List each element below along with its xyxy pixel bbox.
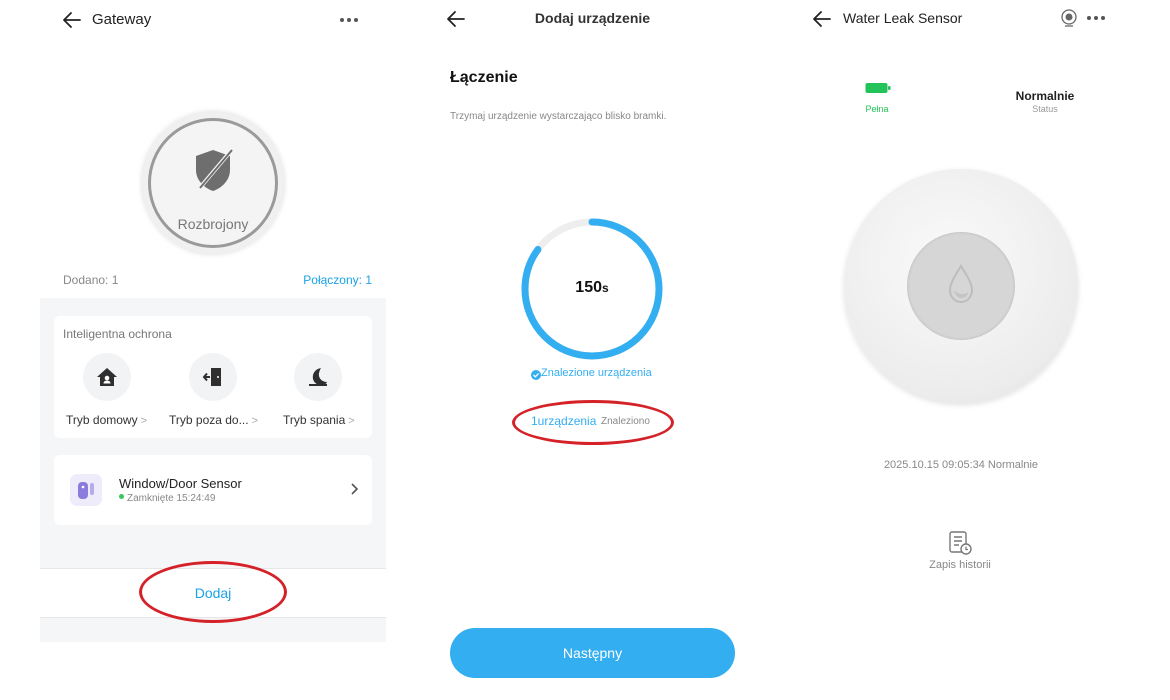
smart-protection-title: Inteligentna ochrona <box>63 327 172 341</box>
sleep-mode-button[interactable] <box>294 353 342 401</box>
status-label: Status <box>1032 104 1058 114</box>
away-exit-icon <box>202 368 221 386</box>
chevron-right-icon <box>350 482 360 496</box>
last-event: 2025.10.15 09:05:34 Normalnie <box>883 459 1039 471</box>
annotation-ellipse <box>139 561 287 623</box>
more-options-icon[interactable] <box>338 10 360 30</box>
device-row-window-door-sensor[interactable]: Window/Door Sensor Zamknięte 15:24:49 <box>54 455 372 525</box>
away-mode-button[interactable] <box>189 353 237 401</box>
more-options-icon[interactable] <box>1085 9 1107 27</box>
device-settings-icon[interactable] <box>1060 8 1078 28</box>
history-log-icon[interactable] <box>946 529 974 557</box>
hint-text: Trzymaj urządzenie wystarczająco blisko … <box>450 111 667 122</box>
page-title: Water Leak Sensor <box>843 10 963 26</box>
away-mode-label[interactable]: Tryb poza do... > <box>169 413 258 427</box>
arm-status-button[interactable]: Rozbrojony <box>142 112 284 254</box>
page-title: Gateway <box>92 11 152 28</box>
back-arrow-icon[interactable] <box>810 7 834 31</box>
added-count: Dodano: 1 <box>63 273 119 287</box>
water-leak-sensor-screen: Water Leak Sensor Pełna Normalnie Status… <box>800 0 1130 700</box>
smart-protection-card: Inteligentna ochrona Tryb domowy > Tryb p… <box>54 316 372 438</box>
countdown-ring: 150s <box>520 217 664 361</box>
home-mode-button[interactable] <box>83 353 131 401</box>
page-title: Dodaj urządzenie <box>534 10 651 26</box>
home-shield-icon <box>97 368 117 386</box>
annotation-ellipse <box>512 400 674 445</box>
device-status: Zamknięte 15:24:49 <box>127 493 216 504</box>
found-status: Znalezione urządzenia <box>541 367 652 379</box>
next-button[interactable]: Następny <box>450 628 735 678</box>
battery-full-icon <box>865 81 891 93</box>
sleep-mode-label[interactable]: Tryb spania > <box>283 413 355 427</box>
countdown-value: 150s <box>575 279 609 296</box>
water-leak-sensor-image <box>844 169 1078 403</box>
add-device-screen: Dodaj urządzenie Łączenie Trzymaj urządz… <box>430 0 750 700</box>
gateway-screen: Gateway Rozbrojony Dodano: 1 Połączony: … <box>40 0 386 700</box>
battery-label: Pełna <box>865 104 889 114</box>
online-dot-icon <box>119 494 124 499</box>
arm-status-label: Rozbrojony <box>177 216 249 232</box>
sleep-moon-icon <box>309 368 327 386</box>
home-mode-label[interactable]: Tryb domowy > <box>66 413 147 427</box>
door-sensor-icon <box>70 474 102 506</box>
status-value: Normalnie <box>1015 89 1075 103</box>
connected-count: Połączony: 1 <box>303 273 372 287</box>
back-arrow-icon[interactable] <box>60 8 84 32</box>
section-title: Łączenie <box>450 69 518 86</box>
disarmed-shield-icon <box>190 146 236 194</box>
history-label[interactable]: Zapis historii <box>910 559 1010 571</box>
water-drop-icon <box>945 262 977 306</box>
device-name: Window/Door Sensor <box>119 476 242 491</box>
